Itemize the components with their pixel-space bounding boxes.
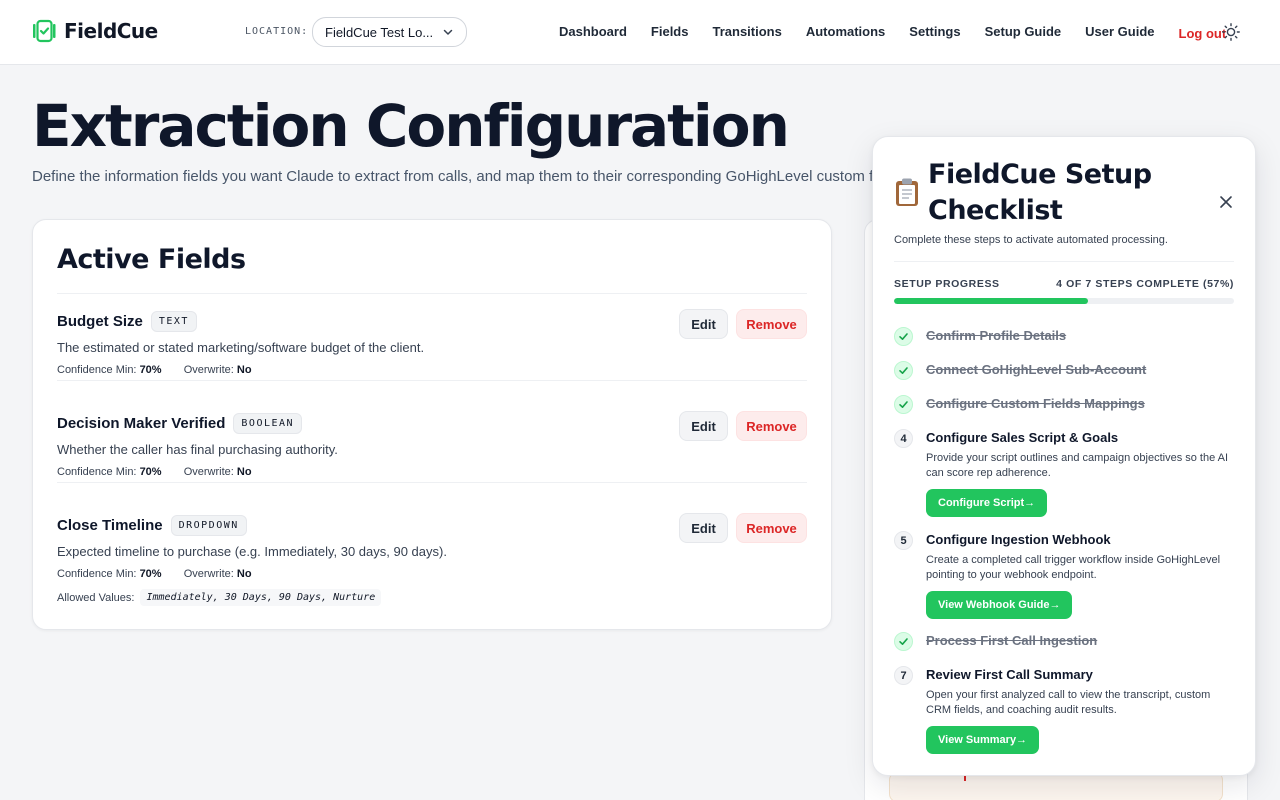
divider xyxy=(57,380,807,381)
overwrite-value: No xyxy=(236,364,252,376)
nav-automations[interactable]: Automations xyxy=(806,24,885,39)
allowed-values: Allowed Values: Immediately, 30 Days, 90… xyxy=(57,589,807,606)
sun-icon[interactable] xyxy=(1221,22,1241,42)
confidence-value: 70% xyxy=(139,568,162,580)
view-webhook-guide-button[interactable]: View Webhook Guide→ xyxy=(926,591,1073,619)
confidence-label: Confidence Min: xyxy=(57,364,137,376)
step-description: Provide your script outlines and campaig… xyxy=(926,452,1229,479)
setup-checklist-panel: FieldCue Setup Checklist Complete these … xyxy=(872,136,1256,776)
overwrite-value: No xyxy=(236,466,252,478)
field-name: Decision Maker Verified xyxy=(57,414,226,432)
logout-link[interactable]: Log out xyxy=(1179,26,1227,41)
confidence-value: 70% xyxy=(139,466,162,478)
allowed-values-list: Immediately, 30 Days, 90 Days, Nurture xyxy=(140,589,382,606)
configure-script-button[interactable]: Configure Script→ xyxy=(926,489,1048,517)
remove-button[interactable]: Remove xyxy=(736,309,807,339)
active-fields-card: Active Fields Budget Size TEXT The estim… xyxy=(32,219,832,630)
main-nav: Dashboard Fields Transitions Automations… xyxy=(559,24,1227,41)
step-title: Process First Call Ingestion xyxy=(926,633,1098,648)
step-title: Connect GoHighLevel Sub-Account xyxy=(926,362,1147,377)
progress-fill xyxy=(894,298,1088,304)
progress-bar xyxy=(894,298,1234,304)
location-value: FieldCue Test Lo... xyxy=(325,24,434,40)
step-description: Create a completed call trigger workflow… xyxy=(926,554,1221,581)
fieldcue-logo-icon xyxy=(33,19,56,43)
progress-label: SETUP PROGRESS xyxy=(894,278,1000,290)
field-name: Budget Size xyxy=(57,312,143,330)
brand[interactable]: FieldCue xyxy=(32,18,158,44)
remove-button[interactable]: Remove xyxy=(736,411,807,441)
step-done-badge xyxy=(894,395,913,414)
step-done-badge xyxy=(894,361,913,380)
overwrite-label: Overwrite: xyxy=(183,568,234,580)
top-header: FieldCue LOCATION: FieldCue Test Lo... D… xyxy=(0,0,1280,65)
step-done-badge xyxy=(894,327,913,346)
step-title: Configure Ingestion Webhook xyxy=(926,532,1111,547)
divider xyxy=(57,293,807,294)
page-title: Extraction Configuration xyxy=(32,92,790,160)
nav-user-guide[interactable]: User Guide xyxy=(1085,24,1154,39)
field-meta: Confidence Min: 70% Overwrite: No xyxy=(57,568,807,580)
nav-settings[interactable]: Settings xyxy=(909,24,960,39)
step-done-badge xyxy=(894,632,913,651)
overwrite-label: Overwrite: xyxy=(183,466,234,478)
confidence-label: Confidence Min: xyxy=(57,466,137,478)
remove-button[interactable]: Remove xyxy=(736,513,807,543)
clipboard-icon xyxy=(896,178,918,206)
field-type-badge: TEXT xyxy=(150,310,197,332)
step-title: Configure Sales Script & Goals xyxy=(926,430,1119,445)
divider xyxy=(894,261,1234,262)
check-icon xyxy=(899,367,908,374)
check-icon xyxy=(899,638,908,645)
page-subtitle: Define the information fields you want C… xyxy=(32,168,872,185)
overwrite-value: No xyxy=(236,568,252,580)
nav-fields[interactable]: Fields xyxy=(651,24,689,39)
step-number: 5 xyxy=(894,531,913,550)
confidence-value: 70% xyxy=(139,364,162,376)
edit-button[interactable]: Edit xyxy=(679,513,728,543)
field-type-badge: DROPDOWN xyxy=(170,514,247,536)
confidence-label: Confidence Min: xyxy=(57,568,137,580)
field-description: The estimated or stated marketing/softwa… xyxy=(57,340,425,355)
checklist-title: FieldCue Setup Checklist xyxy=(928,159,1152,226)
brand-name: FieldCue xyxy=(64,19,158,43)
check-icon xyxy=(899,401,908,408)
field-description: Whether the caller has final purchasing … xyxy=(57,442,338,457)
nav-transitions[interactable]: Transitions xyxy=(712,24,781,39)
allowed-values-label: Allowed Values: xyxy=(57,591,135,604)
field-meta: Confidence Min: 70% Overwrite: No xyxy=(57,466,807,478)
field-name: Close Timeline xyxy=(57,516,163,534)
checklist-subtitle: Complete these steps to activate automat… xyxy=(894,234,1168,246)
background-notice xyxy=(889,772,1223,800)
step-title: Confirm Profile Details xyxy=(926,328,1067,343)
nav-dashboard[interactable]: Dashboard xyxy=(559,24,627,39)
edit-button[interactable]: Edit xyxy=(679,411,728,441)
field-type-badge: BOOLEAN xyxy=(233,412,303,434)
field-meta: Confidence Min: 70% Overwrite: No xyxy=(57,364,807,376)
location-label: LOCATION: xyxy=(245,26,309,37)
close-icon[interactable] xyxy=(1218,194,1234,210)
card-title: Active Fields xyxy=(57,244,246,275)
step-title: Configure Custom Fields Mappings xyxy=(926,396,1145,411)
step-number: 4 xyxy=(894,429,913,448)
check-icon xyxy=(899,333,908,340)
chevron-down-icon xyxy=(443,29,453,35)
step-number: 7 xyxy=(894,666,913,685)
field-description: Expected timeline to purchase (e.g. Imme… xyxy=(57,544,447,559)
overwrite-label: Overwrite: xyxy=(183,364,234,376)
divider xyxy=(57,482,807,483)
progress-count: 4 OF 7 STEPS COMPLETE (57%) xyxy=(1056,278,1234,290)
nav-setup-guide[interactable]: Setup Guide xyxy=(985,24,1062,39)
step-description: Open your first analyzed call to view th… xyxy=(926,689,1211,716)
edit-button[interactable]: Edit xyxy=(679,309,728,339)
location-select[interactable]: FieldCue Test Lo... xyxy=(312,17,467,47)
step-title: Review First Call Summary xyxy=(926,667,1093,682)
view-summary-button[interactable]: View Summary→ xyxy=(926,726,1040,754)
